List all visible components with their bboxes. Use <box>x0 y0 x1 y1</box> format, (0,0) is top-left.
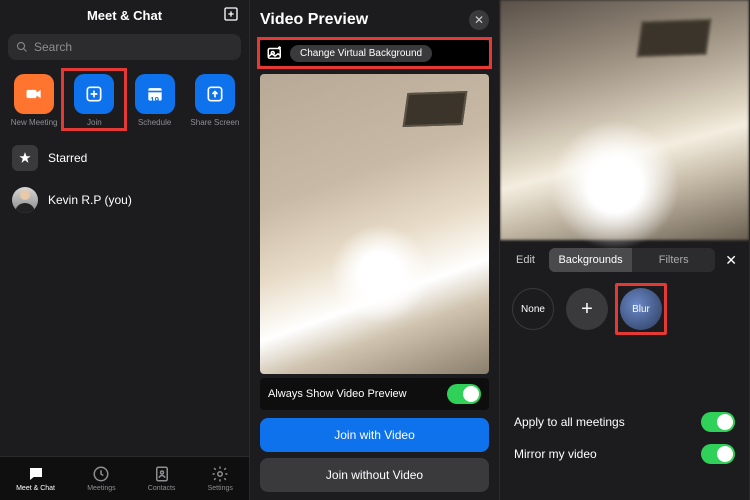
always-show-toggle[interactable] <box>447 384 481 404</box>
close-icon: ✕ <box>474 13 484 27</box>
apply-all-row: Apply to all meetings <box>500 406 749 438</box>
always-show-preview-row: Always Show Video Preview <box>260 378 489 410</box>
tab-bar: Meet & Chat Meetings Contacts Settings <box>0 456 249 500</box>
self-contact-item[interactable]: Kevin R.P (you) <box>0 179 249 221</box>
tab-settings[interactable]: Settings <box>208 465 233 492</box>
spacer <box>500 338 749 406</box>
ceiling-fixture <box>636 19 711 57</box>
search-placeholder: Search <box>34 40 72 54</box>
schedule-button[interactable]: 19 Schedule <box>128 74 182 127</box>
join-with-video-button[interactable]: Join with Video <box>260 418 489 452</box>
close-button[interactable]: ✕ <box>721 252 741 269</box>
image-plus-icon <box>266 44 284 62</box>
video-icon <box>24 84 44 104</box>
light-glare <box>550 120 680 250</box>
mirror-label: Mirror my video <box>514 447 597 461</box>
page-title: Video Preview <box>260 11 368 29</box>
tab-contacts[interactable]: Contacts <box>148 465 176 492</box>
new-meeting-button[interactable]: New Meeting <box>7 74 61 127</box>
quick-actions: New Meeting Join 19 Schedule Share Scree… <box>0 64 249 137</box>
avatar <box>12 187 38 213</box>
change-vbg-button[interactable]: Change Virtual Background <box>260 40 489 66</box>
background-options: None + Blur <box>500 280 749 338</box>
starred-label: Starred <box>48 151 87 165</box>
tab-meetings[interactable]: Meetings <box>87 465 115 492</box>
bg-option-add[interactable]: + <box>566 288 608 330</box>
mirror-row: Mirror my video <box>500 438 749 470</box>
search-input[interactable]: Search <box>8 34 241 60</box>
mirror-toggle[interactable] <box>701 444 735 464</box>
header: Meet & Chat <box>0 0 249 30</box>
tab-meet-chat[interactable]: Meet & Chat <box>16 465 55 492</box>
apply-all-label: Apply to all meetings <box>514 415 625 429</box>
video-preview-blurred <box>500 0 749 240</box>
header: Video Preview ✕ <box>250 0 499 40</box>
self-contact-label: Kevin R.P (you) <box>48 193 132 207</box>
starred-item[interactable]: Starred <box>0 137 249 179</box>
change-vbg-row: Change Virtual Background <box>250 40 499 66</box>
gear-icon <box>211 465 229 483</box>
contacts-icon <box>153 465 171 483</box>
join-button[interactable]: Join <box>67 74 121 127</box>
share-screen-label: Share Screen <box>190 118 239 127</box>
plus-icon: + <box>581 298 593 321</box>
share-screen-button[interactable]: Share Screen <box>188 74 242 127</box>
compose-icon <box>223 6 239 22</box>
video-preview <box>260 74 489 374</box>
change-vbg-label: Change Virtual Background <box>290 45 432 62</box>
bg-option-blur-wrap: Blur <box>620 288 662 330</box>
star-icon <box>18 151 32 165</box>
join-without-video-button[interactable]: Join without Video <box>260 458 489 492</box>
segment-backgrounds[interactable]: Backgrounds <box>549 248 632 272</box>
share-up-icon <box>205 84 225 104</box>
chat-icon <box>27 465 45 483</box>
meet-chat-screen: Meet & Chat Search New Meeting Join 19 S… <box>0 0 250 500</box>
apply-all-toggle[interactable] <box>701 412 735 432</box>
always-show-label: Always Show Video Preview <box>268 388 407 400</box>
segment-control: Backgrounds Filters <box>549 248 715 272</box>
clock-icon <box>92 465 110 483</box>
bg-option-none[interactable]: None <box>512 288 554 330</box>
calendar-day: 19 <box>150 96 159 105</box>
highlight-join <box>61 68 127 131</box>
close-icon: ✕ <box>725 252 737 268</box>
close-button[interactable]: ✕ <box>469 10 489 30</box>
segment-filters[interactable]: Filters <box>632 248 715 272</box>
background-settings-screen: Edit Backgrounds Filters ✕ None + Blur A… <box>500 0 750 500</box>
light-glare <box>330 224 430 324</box>
bg-option-blur[interactable]: Blur <box>620 288 662 330</box>
schedule-label: Schedule <box>138 118 171 127</box>
search-icon <box>16 41 28 53</box>
ceiling-fixture <box>403 91 468 127</box>
video-preview-screen: Video Preview ✕ Change Virtual Backgroun… <box>250 0 500 500</box>
compose-button[interactable] <box>223 6 239 27</box>
new-meeting-label: New Meeting <box>11 118 58 127</box>
edit-button[interactable]: Edit <box>508 254 543 266</box>
page-title: Meet & Chat <box>87 8 162 23</box>
